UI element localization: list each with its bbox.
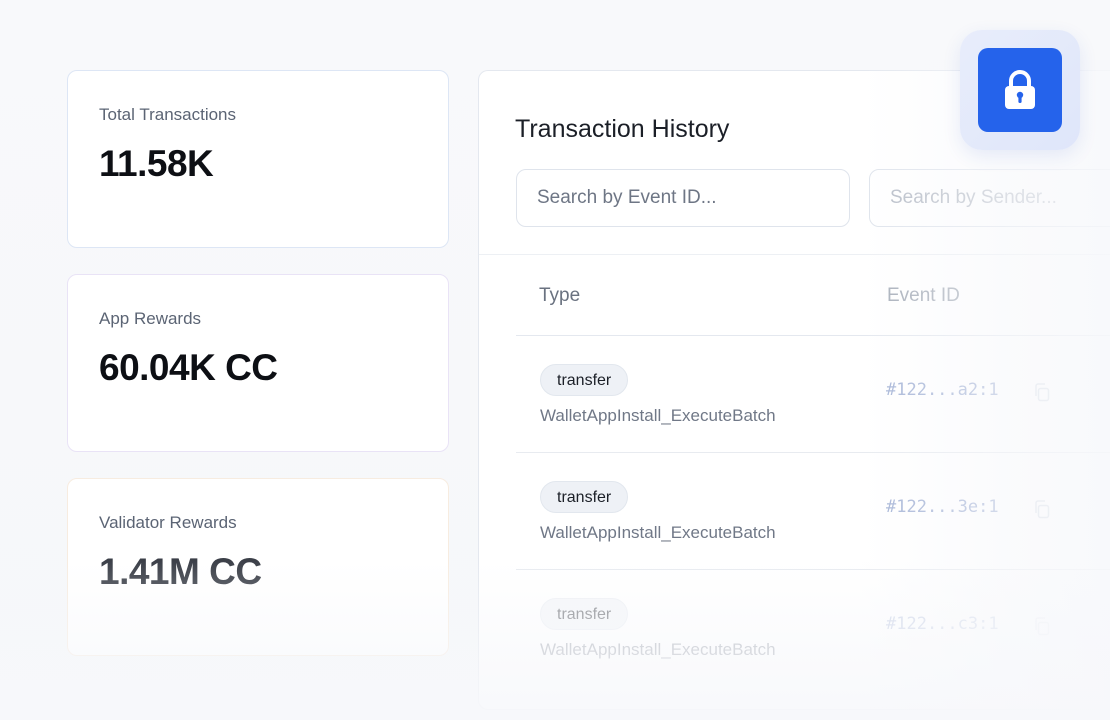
type-badge: transfer: [540, 481, 629, 513]
copy-icon[interactable]: [1033, 616, 1051, 636]
table-row[interactable]: transfer WalletAppInstall_ExecuteBatch #…: [516, 336, 1110, 453]
stat-label: Validator Rewards: [99, 513, 237, 532]
column-header-event-id[interactable]: Event ID: [887, 285, 960, 307]
search-event-id-field[interactable]: [516, 169, 850, 227]
event-id-link[interactable]: #122...c3:1: [886, 614, 999, 634]
copy-icon[interactable]: [1033, 382, 1051, 402]
stat-card-app-rewards: App Rewards 60.04K CC: [67, 274, 449, 452]
search-sender-field[interactable]: [869, 169, 1110, 227]
lock-icon: [1005, 70, 1035, 109]
lock-button[interactable]: [978, 48, 1062, 132]
panel-title: Transaction History: [515, 115, 730, 143]
column-header-type[interactable]: Type: [539, 285, 580, 307]
event-id-link[interactable]: #122...3e:1: [886, 497, 999, 517]
event-id-link[interactable]: #122...a2:1: [886, 380, 999, 400]
stat-label: Total Transactions: [99, 105, 237, 124]
stat-label: App Rewards: [99, 309, 202, 328]
type-badge: transfer: [540, 598, 629, 630]
row-subtitle: WalletAppInstall_ExecuteBatch: [540, 640, 776, 659]
search-event-id-input[interactable]: [535, 186, 849, 210]
header-divider: [479, 254, 1110, 255]
page-background: Total Transactions 11.58K App Rewards 60…: [0, 0, 1110, 720]
stat-value: 1.41M CC: [99, 551, 262, 592]
table-row[interactable]: transfer WalletAppInstall_ExecuteBatch #…: [516, 570, 1110, 687]
table-row[interactable]: transfer WalletAppInstall_ExecuteBatch #…: [516, 453, 1110, 570]
stat-card-validator-rewards: Validator Rewards 1.41M CC: [67, 478, 449, 656]
stat-card-total-transactions: Total Transactions 11.58K: [67, 70, 449, 248]
stat-value: 11.58K: [99, 143, 214, 184]
row-subtitle: WalletAppInstall_ExecuteBatch: [540, 406, 776, 425]
transaction-history-panel: Transaction History Type Event ID transf…: [478, 70, 1110, 710]
lock-badge: [960, 30, 1080, 150]
row-subtitle: WalletAppInstall_ExecuteBatch: [540, 523, 776, 542]
type-badge: transfer: [540, 364, 629, 396]
search-sender-input[interactable]: [888, 186, 1110, 210]
copy-icon[interactable]: [1033, 499, 1051, 519]
stat-value: 60.04K CC: [99, 347, 278, 388]
